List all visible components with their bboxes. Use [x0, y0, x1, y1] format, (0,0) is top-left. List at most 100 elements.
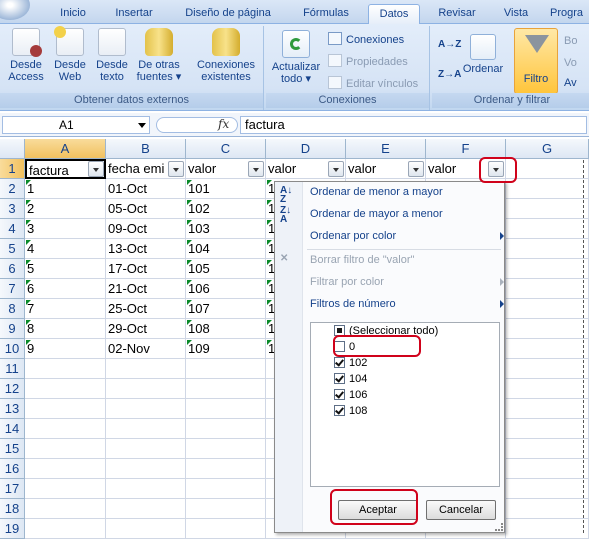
data-cell[interactable]	[186, 439, 266, 459]
data-cell[interactable]	[506, 339, 589, 359]
column-header-d[interactable]: D	[266, 139, 346, 159]
data-cell[interactable]	[186, 359, 266, 379]
filter-button[interactable]: Filtro	[514, 28, 558, 94]
header-cell[interactable]	[506, 159, 589, 179]
data-cell[interactable]: 102	[186, 199, 266, 219]
data-cell[interactable]: 8	[25, 319, 106, 339]
name-box-dropdown-icon[interactable]	[138, 123, 146, 128]
number-filters-item[interactable]: Filtros de número	[310, 294, 504, 314]
column-header-c[interactable]: C	[186, 139, 266, 159]
data-cell[interactable]	[186, 519, 266, 539]
data-cell[interactable]	[506, 199, 589, 219]
row-header-4[interactable]: 4	[0, 219, 25, 239]
data-cell[interactable]	[506, 479, 589, 499]
data-cell[interactable]	[25, 359, 106, 379]
office-button[interactable]	[0, 0, 30, 20]
data-cell[interactable]	[106, 519, 186, 539]
data-cell[interactable]: 103	[186, 219, 266, 239]
data-cell[interactable]: 1	[25, 179, 106, 199]
row-header-14[interactable]: 14	[0, 419, 25, 439]
data-cell[interactable]: 106	[186, 279, 266, 299]
filter-value-102[interactable]: 102	[334, 355, 367, 371]
sort-button[interactable]: Ordenar	[458, 34, 508, 75]
tab-diseno-pagina[interactable]: Diseño de página	[172, 4, 284, 24]
data-cell[interactable]	[506, 399, 589, 419]
data-cell[interactable]	[506, 259, 589, 279]
row-header-13[interactable]: 13	[0, 399, 25, 419]
tab-inicio[interactable]: Inicio	[52, 4, 94, 24]
filter-dropdown-button[interactable]	[88, 161, 104, 177]
from-text-button[interactable]: Desde texto	[92, 28, 132, 83]
data-cell[interactable]: 25-Oct	[106, 299, 186, 319]
data-cell[interactable]	[506, 419, 589, 439]
data-cell[interactable]	[25, 479, 106, 499]
filter-value-104[interactable]: 104	[334, 371, 367, 387]
connections-button[interactable]: Conexiones	[328, 32, 404, 47]
data-cell[interactable]	[506, 279, 589, 299]
checkbox-checked[interactable]	[334, 389, 345, 400]
properties-button[interactable]: Propiedades	[328, 54, 408, 69]
data-cell[interactable]: 101	[186, 179, 266, 199]
checkbox-checked[interactable]	[334, 373, 345, 384]
data-cell[interactable]: 05-Oct	[106, 199, 186, 219]
data-cell[interactable]	[186, 399, 266, 419]
data-cell[interactable]: 108	[186, 319, 266, 339]
data-cell[interactable]	[186, 459, 266, 479]
data-cell[interactable]	[506, 499, 589, 519]
row-header-5[interactable]: 5	[0, 239, 25, 259]
data-cell[interactable]	[106, 399, 186, 419]
data-cell[interactable]: 104	[186, 239, 266, 259]
data-cell[interactable]	[186, 419, 266, 439]
row-header-2[interactable]: 2	[0, 179, 25, 199]
column-header-f[interactable]: F	[426, 139, 506, 159]
filter-by-color-item[interactable]: Filtrar por color	[310, 272, 504, 292]
filter-dropdown-button[interactable]	[408, 161, 424, 177]
data-cell[interactable]	[506, 219, 589, 239]
data-cell[interactable]: 17-Oct	[106, 259, 186, 279]
row-header-7[interactable]: 7	[0, 279, 25, 299]
data-cell[interactable]: 01-Oct	[106, 179, 186, 199]
data-cell[interactable]	[25, 499, 106, 519]
from-access-button[interactable]: Desde Access	[4, 28, 48, 83]
row-header-11[interactable]: 11	[0, 359, 25, 379]
data-cell[interactable]: 107	[186, 299, 266, 319]
data-cell[interactable]: 3	[25, 219, 106, 239]
data-cell[interactable]: 21-Oct	[106, 279, 186, 299]
data-cell[interactable]	[506, 439, 589, 459]
formula-input[interactable]: factura	[240, 116, 587, 134]
data-cell[interactable]: 6	[25, 279, 106, 299]
data-cell[interactable]: 7	[25, 299, 106, 319]
advanced-button[interactable]: Av	[564, 76, 577, 90]
data-cell[interactable]	[506, 239, 589, 259]
column-header-e[interactable]: E	[346, 139, 426, 159]
row-header-16[interactable]: 16	[0, 459, 25, 479]
data-cell[interactable]	[106, 479, 186, 499]
data-cell[interactable]	[506, 459, 589, 479]
data-cell[interactable]: 02-Nov	[106, 339, 186, 359]
filter-dropdown-button[interactable]	[328, 161, 344, 177]
edit-links-button[interactable]: Editar vínculos	[328, 76, 418, 91]
data-cell[interactable]: 29-Oct	[106, 319, 186, 339]
row-header-8[interactable]: 8	[0, 299, 25, 319]
data-cell[interactable]	[106, 379, 186, 399]
data-cell[interactable]: 109	[186, 339, 266, 359]
data-cell[interactable]	[106, 499, 186, 519]
clear-button[interactable]: Bo	[564, 34, 577, 48]
data-cell[interactable]	[106, 459, 186, 479]
data-cell[interactable]: 9	[25, 339, 106, 359]
from-web-button[interactable]: Desde Web	[50, 26, 90, 83]
checkbox-checked[interactable]	[334, 357, 345, 368]
tab-vista[interactable]: Vista	[494, 4, 538, 24]
data-cell[interactable]	[25, 519, 106, 539]
fx-icon[interactable]: fx	[218, 117, 229, 131]
name-box[interactable]: A1	[2, 116, 150, 134]
column-header-g[interactable]: G	[506, 139, 589, 159]
data-cell[interactable]: 105	[186, 259, 266, 279]
data-cell[interactable]: 2	[25, 199, 106, 219]
data-cell[interactable]	[25, 419, 106, 439]
tab-insertar[interactable]: Insertar	[106, 4, 162, 24]
data-cell[interactable]	[106, 439, 186, 459]
data-cell[interactable]	[25, 439, 106, 459]
row-header-6[interactable]: 6	[0, 259, 25, 279]
filter-value-106[interactable]: 106	[334, 387, 367, 403]
